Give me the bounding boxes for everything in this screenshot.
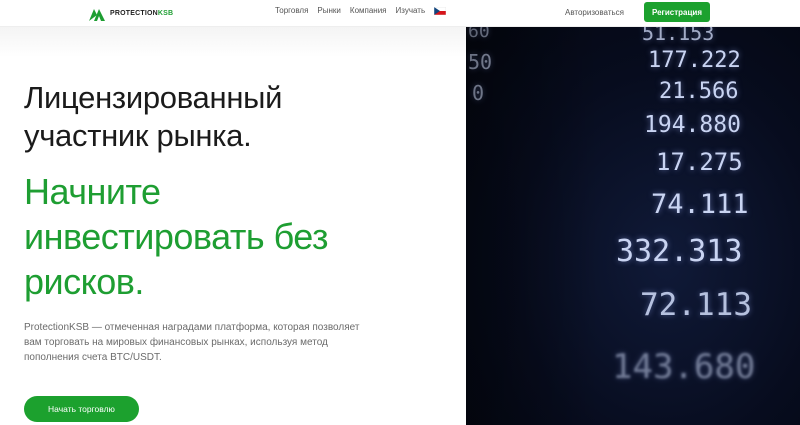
ticker-number: 74.111	[651, 189, 749, 220]
hero-title-line2: участник рынка.	[24, 118, 252, 153]
main-nav: Торговля Рынки Компания Изучать	[275, 6, 447, 15]
logo-text: PROTECTIONKSB	[110, 10, 173, 17]
ticker-number: 17.275	[656, 148, 743, 176]
ticker-fragment: 0	[472, 81, 485, 105]
logo-mark-icon	[89, 9, 105, 21]
ticker-number: 194.880	[644, 112, 741, 138]
hero-title: Лицензированный участник рынка.	[24, 79, 444, 155]
hero-ticker-image: 51.153 177.222 21.566 194.880 17.275 74.…	[466, 15, 800, 425]
register-button[interactable]: Регистрация	[644, 2, 710, 22]
logo[interactable]: PROTECTIONKSB	[88, 4, 173, 22]
hero-description: ProtectionKSB — отмеченная наградами пла…	[24, 322, 360, 363]
nav-item-markets[interactable]: Рынки	[317, 6, 340, 15]
nav-item-company[interactable]: Компания	[350, 6, 387, 15]
logo-text-accent: KSB	[157, 9, 174, 17]
top-navbar: PROTECTIONKSB Торговля Рынки Компания Из…	[0, 0, 800, 27]
hero-title-line1: Лицензированный	[24, 80, 283, 115]
hero-accent-title: Начните инвестировать без рисков.	[24, 169, 444, 304]
hero-top-fade	[0, 27, 466, 57]
ticker-number: 72.113	[640, 287, 752, 323]
ticker-number: 177.222	[648, 48, 741, 73]
ticker-number: 332.313	[616, 234, 743, 269]
czech-flag-icon[interactable]	[434, 6, 447, 15]
hero-accent-line1: Начните	[24, 171, 161, 212]
nav-item-trading[interactable]: Торговля	[275, 6, 308, 15]
login-link[interactable]: Авторизоваться	[565, 8, 624, 17]
ticker-number: 21.566	[659, 79, 739, 104]
hero-accent-line3: рисков.	[24, 261, 144, 302]
hero-accent-line2: инвестировать без	[24, 216, 329, 257]
start-trading-button[interactable]: Начать торговлю	[24, 396, 139, 422]
nav-item-learn[interactable]: Изучать	[396, 6, 426, 15]
ticker-number: 143.680	[612, 347, 756, 387]
ticker-fragment: 50	[468, 50, 493, 74]
logo-text-main: PROTECTION	[110, 9, 158, 17]
